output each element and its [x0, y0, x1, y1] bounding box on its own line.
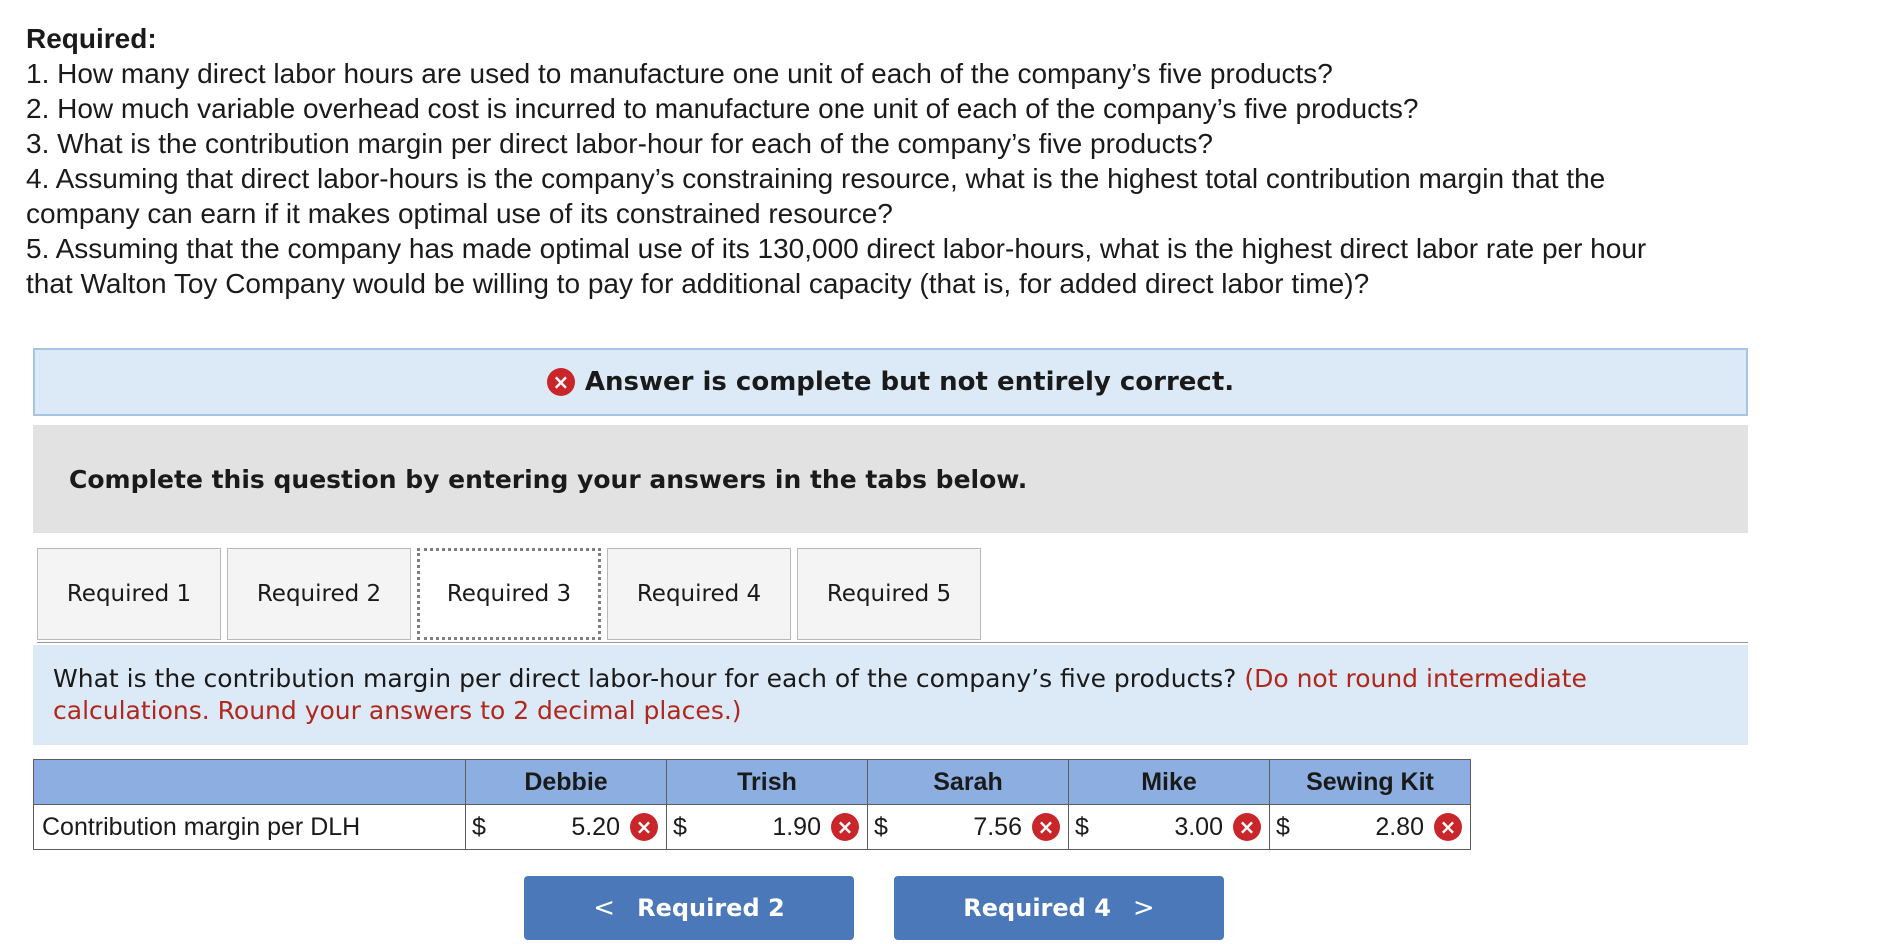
question-panel: What is the contribution margin per dire… — [33, 645, 1748, 745]
question-text: What is the contribution margin per dire… — [53, 664, 1237, 693]
chevron-left-icon: < — [593, 893, 616, 923]
header-debbie: Debbie — [465, 759, 667, 805]
chevron-right-icon: > — [1132, 893, 1155, 923]
tab-required-2[interactable]: Required 2 — [227, 548, 411, 640]
tab-required-1[interactable]: Required 1 — [37, 548, 221, 640]
answer-value-debbie[interactable]: 5.20 — [571, 813, 620, 842]
incorrect-icon: × — [1434, 813, 1462, 841]
tab-required-3[interactable]: Required 3 — [417, 548, 601, 640]
currency-symbol: $ — [1276, 813, 1290, 841]
question-4-continued: company can earn if it makes optimal use… — [26, 198, 893, 229]
required-heading: Required: — [26, 23, 157, 54]
required-section: Required: 1. How many direct labor hours… — [26, 22, 1866, 301]
currency-symbol: $ — [673, 813, 687, 841]
incorrect-icon: × — [630, 813, 658, 841]
currency-symbol: $ — [472, 813, 486, 841]
question-5: 5. Assuming that the company has made op… — [26, 233, 1647, 264]
answer-cell-sewing-kit[interactable]: $ 2.80 × — [1269, 804, 1471, 850]
currency-symbol: $ — [874, 813, 888, 841]
answer-cell-debbie[interactable]: $ 5.20 × — [465, 804, 667, 850]
question-2: 2. How much variable overhead cost is in… — [26, 93, 1419, 124]
question-5-continued: that Walton Toy Company would be willing… — [26, 268, 1370, 299]
x-circle-icon: × — [546, 368, 575, 396]
instruction-text: Complete this question by entering your … — [69, 464, 1028, 494]
header-mike: Mike — [1068, 759, 1270, 805]
answer-value-mike[interactable]: 3.00 — [1174, 813, 1223, 842]
next-button-label: Required 4 — [963, 894, 1111, 922]
next-required-4-button[interactable]: Required 4 > — [894, 876, 1224, 940]
incorrect-icon: × — [1233, 813, 1261, 841]
header-sarah: Sarah — [867, 759, 1069, 805]
status-banner: × Answer is complete but not entirely co… — [33, 348, 1748, 416]
question-1: 1. How many direct labor hours are used … — [26, 58, 1333, 89]
prev-button-label: Required 2 — [637, 894, 785, 922]
answer-value-sewing-kit[interactable]: 2.80 — [1375, 813, 1424, 842]
tab-bar: Required 1 Required 2 Required 3 Require… — [37, 548, 987, 642]
header-blank — [33, 759, 466, 805]
currency-symbol: $ — [1075, 813, 1089, 841]
table-row: Contribution margin per DLH $ 5.20 × $ 1… — [33, 804, 1471, 850]
tab-required-4[interactable]: Required 4 — [607, 548, 791, 640]
header-trish: Trish — [666, 759, 868, 805]
answer-cell-mike[interactable]: $ 3.00 × — [1068, 804, 1270, 850]
answer-value-trish[interactable]: 1.90 — [772, 813, 821, 842]
prev-required-2-button[interactable]: < Required 2 — [524, 876, 854, 940]
answer-table: Debbie Trish Sarah Mike Sewing Kit Contr… — [33, 759, 1471, 850]
status-text: Answer is complete but not entirely corr… — [584, 367, 1235, 397]
answer-cell-sarah[interactable]: $ 7.56 × — [867, 804, 1069, 850]
answer-value-sarah[interactable]: 7.56 — [973, 813, 1022, 842]
row-label: Contribution margin per DLH — [33, 804, 466, 850]
incorrect-icon: × — [831, 813, 859, 841]
answer-cell-trish[interactable]: $ 1.90 × — [666, 804, 868, 850]
incorrect-icon: × — [1032, 813, 1060, 841]
question-3: 3. What is the contribution margin per d… — [26, 128, 1213, 159]
instruction-box: Complete this question by entering your … — [33, 425, 1748, 533]
header-sewing-kit: Sewing Kit — [1269, 759, 1471, 805]
question-4: 4. Assuming that direct labor-hours is t… — [26, 163, 1606, 194]
tab-divider — [37, 642, 1748, 643]
table-header-row: Debbie Trish Sarah Mike Sewing Kit — [33, 759, 1471, 805]
tab-required-5[interactable]: Required 5 — [797, 548, 981, 640]
